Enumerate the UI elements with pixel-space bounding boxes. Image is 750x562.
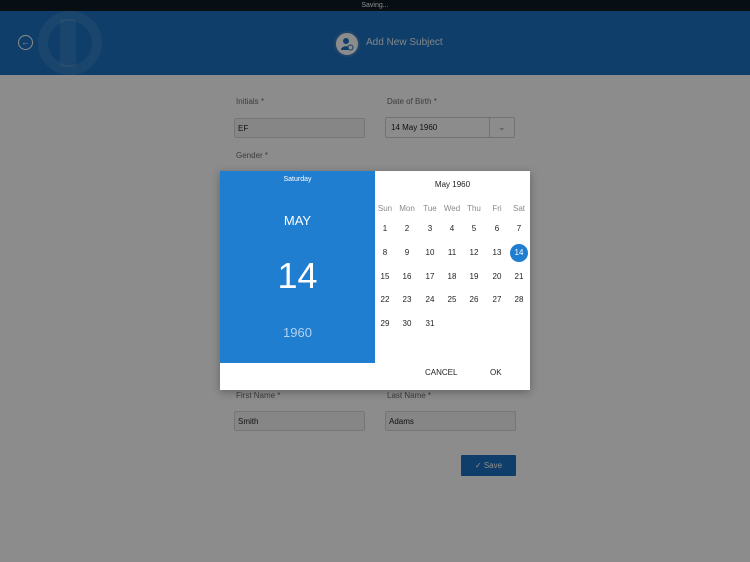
selected-month[interactable]: MAY xyxy=(220,213,375,228)
calendar-day[interactable]: 30 xyxy=(398,315,416,333)
calendar-day[interactable]: 20 xyxy=(488,268,506,286)
calendar-day-selected[interactable]: 14 xyxy=(510,244,528,262)
calendar-day[interactable]: 26 xyxy=(465,291,483,309)
calendar-day[interactable]: 18 xyxy=(443,268,461,286)
selected-year[interactable]: 1960 xyxy=(220,325,375,340)
calendar-day[interactable]: 16 xyxy=(398,268,416,286)
selected-day[interactable]: 14 xyxy=(220,255,375,297)
calendar-day[interactable]: 8 xyxy=(376,244,394,262)
cancel-button[interactable]: CANCEL xyxy=(425,368,457,377)
weekday-header: Thu xyxy=(467,204,481,213)
calendar-day[interactable]: 2 xyxy=(398,220,416,238)
calendar-day[interactable]: 9 xyxy=(398,244,416,262)
weekday-header: Sat xyxy=(512,204,525,213)
calendar-month-title: May 1960 xyxy=(434,180,471,189)
calendar-day[interactable]: 4 xyxy=(443,220,461,238)
weekday-header: Tue xyxy=(423,204,437,213)
calendar-day[interactable]: 12 xyxy=(465,244,483,262)
calendar-day[interactable]: 21 xyxy=(510,268,528,286)
calendar-day[interactable]: 7 xyxy=(510,220,528,238)
calendar-day[interactable]: 1 xyxy=(376,220,394,238)
calendar-day[interactable]: 15 xyxy=(376,268,394,286)
calendar-panel: May 1960 Sun Mon Tue Wed Thu Fri Sat 1 2 3 4 5 6 7 8 9 1… xyxy=(375,171,530,363)
calendar-day[interactable]: 29 xyxy=(376,315,394,333)
weekday-header: Mon xyxy=(399,204,415,213)
date-picker-dialog: Saturday MAY 14 1960 May 1960 Sun Mon Tue W… xyxy=(220,171,530,390)
calendar-day[interactable]: 10 xyxy=(421,244,439,262)
date-picker-header: Saturday MAY 14 1960 xyxy=(220,171,375,363)
calendar-day[interactable]: 6 xyxy=(488,220,506,238)
weekday-header: Sun xyxy=(377,204,393,213)
calendar-day[interactable]: 5 xyxy=(465,220,483,238)
weekday-header: Fri xyxy=(492,204,502,213)
calendar-day[interactable]: 31 xyxy=(421,315,439,333)
calendar-day[interactable]: 28 xyxy=(510,291,528,309)
weekday-header: Wed xyxy=(443,204,461,213)
calendar-day[interactable]: 17 xyxy=(421,268,439,286)
calendar-day[interactable]: 13 xyxy=(488,244,506,262)
calendar-day[interactable]: 23 xyxy=(398,291,416,309)
selected-weekday: Saturday xyxy=(283,176,312,183)
calendar-day[interactable]: 19 xyxy=(465,268,483,286)
calendar-day[interactable]: 11 xyxy=(443,244,461,262)
calendar-day[interactable]: 22 xyxy=(376,291,394,309)
calendar-day[interactable]: 27 xyxy=(488,291,506,309)
calendar-day[interactable]: 25 xyxy=(443,291,461,309)
calendar-day[interactable]: 24 xyxy=(421,291,439,309)
calendar-day[interactable]: 3 xyxy=(421,220,439,238)
ok-button[interactable]: OK xyxy=(490,368,502,377)
